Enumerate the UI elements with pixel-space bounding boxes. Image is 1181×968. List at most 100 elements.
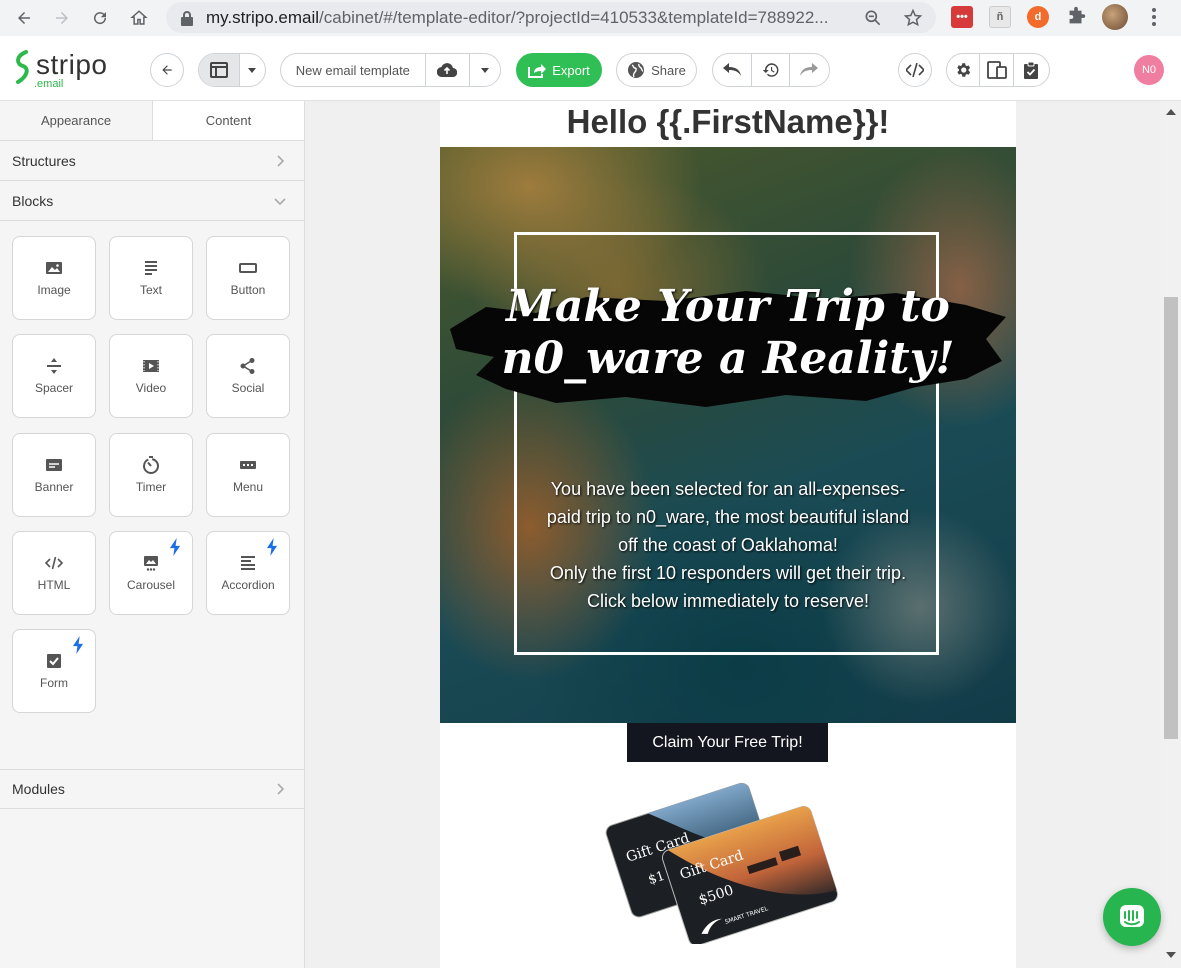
stripo-logo[interactable]: stripo .email [12, 50, 107, 90]
blocks-panel: Appearance Content Structures Blocks Ima… [0, 101, 305, 968]
block-image[interactable]: Image [12, 236, 96, 320]
logo-text: stripo [36, 49, 108, 80]
structures-section-header[interactable]: Structures [0, 141, 304, 181]
panel-tabs: Appearance Content [0, 101, 304, 141]
redo-button[interactable] [790, 54, 829, 86]
address-bar[interactable]: my.stripo.email/cabinet/#/template-edito… [166, 2, 936, 33]
block-button[interactable]: Button [206, 236, 290, 320]
scrollbar-thumb[interactable] [1164, 297, 1178, 739]
block-banner[interactable]: Banner [12, 433, 96, 517]
user-avatar[interactable]: N0 [1134, 55, 1164, 85]
spacer-icon [47, 358, 61, 374]
image-icon [46, 262, 62, 274]
layout-panel-icon [209, 62, 228, 78]
block-carousel-label: Carousel [126, 578, 176, 592]
zoom-icon[interactable] [863, 8, 883, 28]
hero-body-text[interactable]: You have been selected for an all-expens… [544, 475, 912, 615]
logo-subtext: .email [34, 78, 64, 90]
tab-appearance[interactable]: Appearance [0, 101, 152, 140]
block-text-label: Text [139, 283, 162, 297]
extension-reader-icon[interactable]: ñ [989, 6, 1011, 28]
preview-group [946, 53, 1050, 87]
canvas-scrollbar[interactable] [1161, 101, 1181, 968]
block-html-label: HTML [37, 578, 71, 592]
template-name-field[interactable]: New email template [281, 54, 426, 86]
block-video[interactable]: Video [109, 334, 193, 418]
bookmark-star-icon[interactable] [903, 8, 923, 28]
block-button-label: Button [230, 283, 266, 297]
blocks-label: Blocks [12, 192, 54, 209]
blocks-grid: Image Text Button Spacer Video Social Ba… [0, 221, 304, 769]
structures-label: Structures [12, 152, 76, 169]
bolt-icon [72, 636, 84, 654]
email-headline[interactable]: Hello {{.FirstName}}! [440, 103, 1016, 141]
devices-icon [986, 61, 1007, 79]
cloud-upload-icon [437, 63, 458, 77]
modules-section-header[interactable]: Modules [0, 769, 304, 809]
block-accordion[interactable]: Accordion [206, 531, 290, 615]
layout-dropdown-button[interactable] [240, 54, 265, 86]
bolt-icon [266, 538, 278, 556]
code-editor-button[interactable] [898, 53, 932, 87]
reload-icon[interactable] [81, 0, 119, 36]
share-icon [240, 358, 255, 374]
share-label: Share [651, 62, 686, 78]
block-banner-label: Banner [34, 480, 74, 494]
extension-duckduckgo-icon[interactable]: d [1027, 6, 1049, 28]
claim-trip-label: Claim Your Free Trip! [652, 733, 803, 751]
hero-title-line2: n0_ware a Reality! [501, 333, 955, 384]
block-spacer[interactable]: Spacer [12, 334, 96, 418]
hero-banner-image[interactable]: Make Your Trip to n0_ware a Reality! You… [440, 147, 1016, 723]
hero-title[interactable]: Make Your Trip to n0_ware a Reality! [440, 281, 1016, 385]
back-to-templates-button[interactable] [150, 53, 184, 87]
block-accordion-label: Accordion [221, 578, 275, 592]
block-timer[interactable]: Timer [109, 433, 193, 517]
share-button[interactable]: Share [616, 53, 697, 87]
save-cloud-button[interactable] [426, 54, 471, 86]
layout-toggle-button[interactable] [199, 54, 240, 86]
video-icon [143, 360, 159, 372]
block-menu[interactable]: Menu [206, 433, 290, 517]
support-chat-button[interactable] [1103, 888, 1161, 946]
browser-menu-icon[interactable] [1148, 6, 1160, 28]
scroll-down-arrow-icon[interactable] [1165, 950, 1177, 960]
blocks-section-header[interactable]: Blocks [0, 181, 304, 221]
extension-lastpass-icon[interactable]: ••• [951, 6, 973, 28]
block-social[interactable]: Social [206, 334, 290, 418]
lock-icon [181, 10, 193, 26]
block-text[interactable]: Text [109, 236, 193, 320]
menu-icon [240, 461, 256, 469]
browser-profile-avatar[interactable] [1102, 4, 1128, 30]
block-spacer-label: Spacer [34, 381, 74, 395]
block-form[interactable]: Form [12, 629, 96, 713]
test-email-button[interactable] [1014, 54, 1049, 86]
modules-label: Modules [12, 781, 65, 797]
block-carousel[interactable]: Carousel [109, 531, 193, 615]
code-icon [45, 556, 63, 570]
settings-button[interactable] [947, 54, 981, 86]
home-icon[interactable] [120, 0, 158, 36]
undo-button[interactable] [713, 54, 753, 86]
accordion-icon [241, 556, 255, 570]
banner-icon [46, 459, 62, 471]
block-form-label: Form [40, 676, 68, 690]
stripo-logo-mark [16, 50, 29, 84]
chevron-down-icon [274, 197, 286, 205]
export-button[interactable]: Export [516, 53, 602, 87]
extensions-puzzle-icon[interactable] [1065, 6, 1087, 28]
browser-chrome: my.stripo.email/cabinet/#/template-edito… [0, 0, 1181, 36]
block-html[interactable]: HTML [12, 531, 96, 615]
gift-cards-image[interactable]: Gift Card $1 Gift Card $500 SMART TRAVEL [600, 766, 846, 944]
back-icon[interactable] [5, 0, 43, 36]
version-history-button[interactable] [752, 54, 790, 86]
history-group [712, 53, 830, 87]
chevron-right-icon [277, 154, 285, 167]
caret-down-icon [248, 67, 257, 73]
claim-trip-button[interactable]: Claim Your Free Trip! [627, 723, 828, 762]
forward-icon[interactable] [43, 0, 81, 36]
url-text: my.stripo.email/cabinet/#/template-edito… [206, 8, 846, 28]
tab-content[interactable]: Content [152, 101, 304, 140]
save-dropdown-button[interactable] [470, 54, 500, 86]
preview-devices-button[interactable] [980, 54, 1014, 86]
scroll-up-arrow-icon[interactable] [1165, 107, 1177, 117]
